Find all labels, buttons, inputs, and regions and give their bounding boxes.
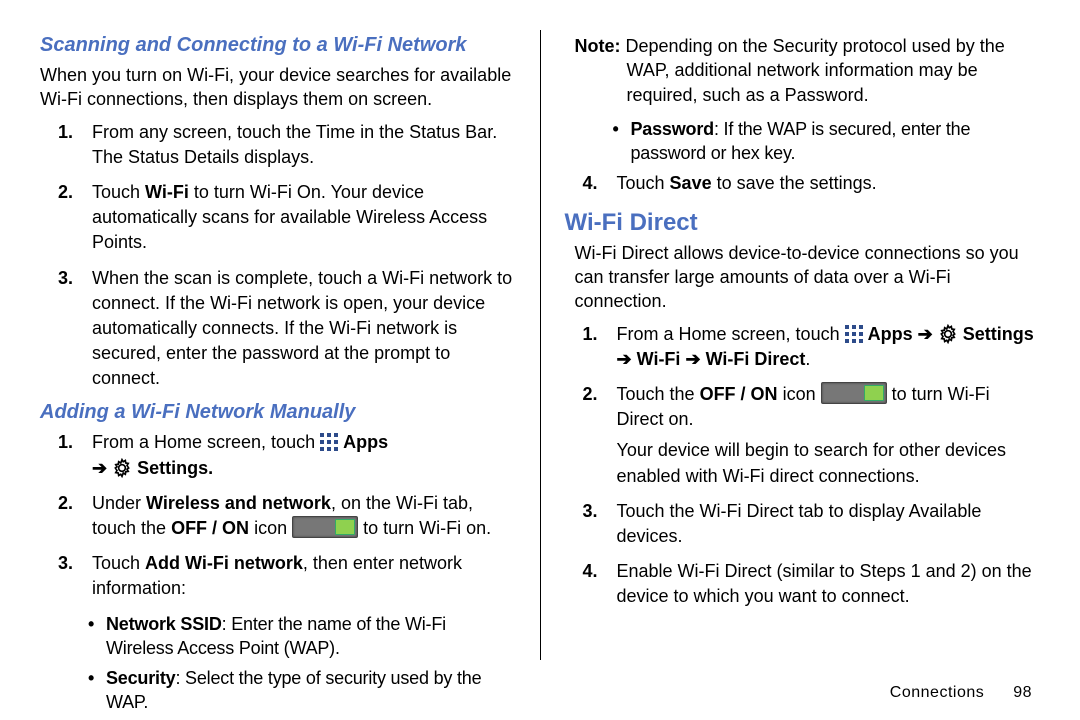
step-1: 1. From any screen, touch the Time in th… [40, 120, 516, 170]
settings-icon [112, 458, 132, 478]
bold-label: Password [631, 119, 714, 139]
step-text: to save the settings. [712, 173, 877, 193]
step-text: Under [92, 493, 146, 513]
step-text: From any screen, touch the Time in the S… [92, 122, 497, 142]
page-number: 98 [1013, 684, 1032, 701]
bold-label: Wi-Fi [637, 349, 686, 369]
steps-scanning: 1. From any screen, touch the Time in th… [40, 120, 516, 392]
step-text: From a Home screen, touch [617, 324, 845, 344]
step-1: 1. From a Home screen, touch Apps ➔ Sett… [565, 322, 1041, 372]
intro-text: Wi-Fi Direct allows device-to-device con… [565, 241, 1041, 314]
step-number: 2. [58, 180, 73, 205]
arrow-icon: ➔ [918, 324, 933, 344]
bullets-password: Password: If the WAP is secured, enter t… [565, 117, 1041, 166]
step-text: Enable Wi-Fi Direct (similar to Steps 1 … [617, 561, 1032, 606]
bold-label: Apps [868, 324, 918, 344]
steps-adding: 1. From a Home screen, touch Apps ➔ Sett… [40, 430, 516, 601]
bold-label: Settings [963, 324, 1034, 344]
step-text: Your device will begin to search for oth… [617, 440, 1007, 485]
bullets-network-info: Network SSID: Enter the name of the Wi-F… [40, 612, 516, 715]
step-number: 3. [58, 266, 73, 291]
apps-icon [845, 325, 863, 343]
manual-page: Scanning and Connecting to a Wi-Fi Netwo… [0, 0, 1080, 720]
step-text: icon [249, 518, 292, 538]
bold-label: Save [670, 173, 712, 193]
step-3: 3. When the scan is complete, touch a Wi… [40, 266, 516, 392]
section-label: Connections [890, 684, 984, 701]
bold-label: Network SSID [106, 614, 222, 634]
note-label: Note: [575, 36, 621, 56]
step-number: 1. [58, 430, 73, 455]
steps-save: 4. Touch Save to save the settings. [565, 171, 1041, 196]
arrow-icon: ➔ [92, 458, 107, 478]
settings-icon [938, 324, 958, 344]
step-number: 2. [58, 491, 73, 516]
step-text: Touch [617, 173, 670, 193]
step-text: The Status Details displays. [92, 147, 314, 167]
bold-label: Apps [343, 432, 388, 452]
step-text: icon [778, 384, 821, 404]
step-number: 4. [583, 171, 598, 196]
bold-label: Wi-Fi [145, 182, 189, 202]
note-block: Note: Depending on the Security protocol… [565, 34, 1041, 107]
toggle-on-icon [821, 382, 887, 404]
bullet-ssid: Network SSID: Enter the name of the Wi-F… [40, 612, 516, 661]
intro-text: When you turn on Wi-Fi, your device sear… [40, 63, 516, 112]
step-2: 2. Under Wireless and network, on the Wi… [40, 491, 516, 541]
bold-label: Settings. [137, 458, 213, 478]
step-1: 1. From a Home screen, touch Apps ➔ Sett… [40, 430, 516, 480]
note-text: Depending on the Security protocol used … [621, 36, 1005, 105]
column-divider [540, 30, 541, 660]
step-text: Touch [92, 182, 145, 202]
step-3: 3. Touch Add Wi-Fi network, then enter n… [40, 551, 516, 601]
subheading-scanning: Scanning and Connecting to a Wi-Fi Netwo… [40, 34, 516, 57]
bold-label: Wi-Fi Direct [706, 349, 806, 369]
step-2: 2. Touch Wi-Fi to turn Wi-Fi On. Your de… [40, 180, 516, 256]
step-number: 1. [58, 120, 73, 145]
step-number: 4. [583, 559, 598, 584]
subheading-adding: Adding a Wi-Fi Network Manually [40, 401, 516, 424]
apps-icon [320, 433, 338, 451]
step-number: 3. [58, 551, 73, 576]
steps-wifidirect: 1. From a Home screen, touch Apps ➔ Sett… [565, 322, 1041, 610]
step-number: 2. [583, 382, 598, 407]
step-text: Touch the [617, 384, 700, 404]
step-number: 3. [583, 499, 598, 524]
bold-label: Security [106, 668, 175, 688]
step-4: 4. Enable Wi-Fi Direct (similar to Steps… [565, 559, 1041, 609]
bold-label: OFF / ON [171, 518, 249, 538]
section-heading-wifidirect: Wi-Fi Direct [565, 209, 1041, 237]
step-text: . [805, 349, 810, 369]
step-4: 4. Touch Save to save the settings. [565, 171, 1041, 196]
arrow-icon: ➔ [685, 349, 700, 369]
bold-label: OFF / ON [700, 384, 778, 404]
bullet-security: Security: Select the type of security us… [40, 666, 516, 715]
step-number: 1. [583, 322, 598, 347]
step-2: 2. Touch the OFF / ON icon to turn Wi-Fi… [565, 382, 1041, 489]
bold-label: Add Wi-Fi network [145, 553, 303, 573]
step-text: Touch [92, 553, 145, 573]
step-text: to turn Wi-Fi on. [358, 518, 491, 538]
arrow-icon: ➔ [617, 349, 632, 369]
bullet-password: Password: If the WAP is secured, enter t… [565, 117, 1041, 166]
toggle-on-icon [292, 516, 358, 538]
page-footer: Connections 98 [890, 684, 1032, 702]
step-text: From a Home screen, touch [92, 432, 320, 452]
step-text: When the scan is complete, touch a Wi-Fi… [92, 268, 512, 389]
step-3: 3. Touch the Wi-Fi Direct tab to display… [565, 499, 1041, 549]
step-text: Touch the Wi-Fi Direct tab to display Av… [617, 501, 982, 546]
right-column: Note: Depending on the Security protocol… [545, 30, 1041, 700]
left-column: Scanning and Connecting to a Wi-Fi Netwo… [40, 30, 536, 700]
bold-label: Wireless and network [146, 493, 331, 513]
